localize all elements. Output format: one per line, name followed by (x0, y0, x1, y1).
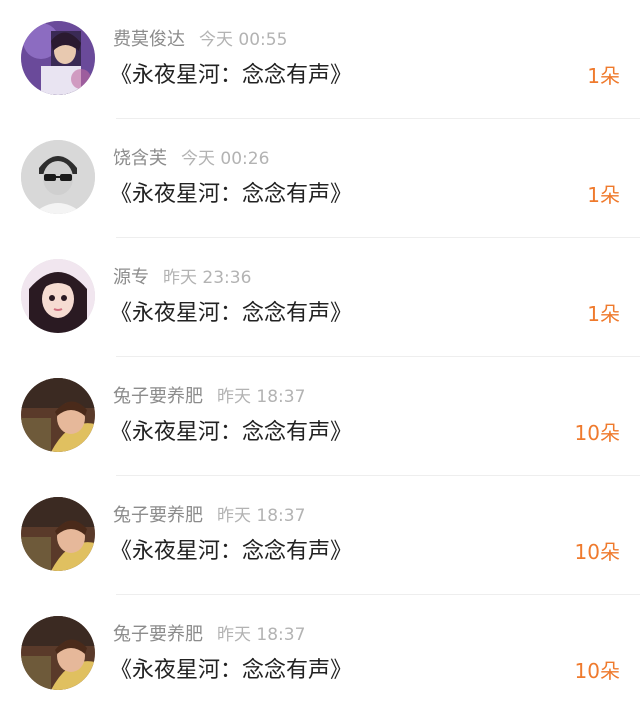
purple-photo-avatar-icon[interactable] (21, 21, 95, 95)
list-item[interactable]: 兔子要养肥 昨天 18:37 《永夜星河：念念有声》 10朵 (0, 476, 640, 595)
list-item[interactable]: 费莫俊达 今天 00:55 《永夜星河：念念有声》 1朵 (0, 0, 640, 119)
user-name[interactable]: 饶含芙 (113, 148, 167, 169)
list-item[interactable]: 兔子要养肥 昨天 18:37 《永夜星河：念念有声》 10朵 (0, 595, 640, 714)
gift-count: 10朵 (574, 421, 620, 445)
gift-count: 10朵 (574, 659, 620, 683)
timestamp: 昨天 23:36 (163, 268, 252, 288)
list-item[interactable]: 饶含芙 今天 00:26 《永夜星河：念念有声》 1朵 (0, 119, 640, 238)
timestamp: 今天 00:26 (181, 149, 270, 169)
work-title[interactable]: 《永夜星河：念念有声》 (110, 298, 352, 330)
work-title[interactable]: 《永夜星河：念念有声》 (110, 655, 352, 687)
user-name[interactable]: 兔子要养肥 (113, 505, 203, 526)
user-name[interactable]: 源专 (113, 267, 149, 288)
timestamp: 昨天 18:37 (217, 506, 306, 526)
meta-line: 兔子要养肥 昨天 18:37 (113, 502, 305, 530)
gift-count: 1朵 (587, 183, 620, 207)
list-item[interactable]: 兔子要养肥 昨天 18:37 《永夜星河：念念有声》 10朵 (0, 357, 640, 476)
boy-avatar-icon[interactable] (21, 497, 95, 571)
grayscale-man-avatar-icon[interactable] (21, 140, 95, 214)
timestamp: 昨天 18:37 (217, 387, 306, 407)
user-name[interactable]: 兔子要养肥 (113, 386, 203, 407)
meta-line: 兔子要养肥 昨天 18:37 (113, 621, 305, 649)
boy-avatar-icon[interactable] (21, 616, 95, 690)
meta-line: 饶含芙 今天 00:26 (113, 145, 269, 173)
work-title[interactable]: 《永夜星河：念念有声》 (110, 60, 352, 92)
boy-avatar-icon[interactable] (21, 378, 95, 452)
gift-record-list: 费莫俊达 今天 00:55 《永夜星河：念念有声》 1朵 饶含芙 今天 00:26 … (0, 0, 640, 714)
girl-avatar-icon[interactable] (21, 259, 95, 333)
gift-count: 1朵 (587, 64, 620, 88)
user-name[interactable]: 兔子要养肥 (113, 624, 203, 645)
meta-line: 源专 昨天 23:36 (113, 264, 251, 292)
gift-count: 10朵 (574, 540, 620, 564)
work-title[interactable]: 《永夜星河：念念有声》 (110, 179, 352, 211)
meta-line: 兔子要养肥 昨天 18:37 (113, 383, 305, 411)
work-title[interactable]: 《永夜星河：念念有声》 (110, 536, 352, 568)
work-title[interactable]: 《永夜星河：念念有声》 (110, 417, 352, 449)
timestamp: 昨天 18:37 (217, 625, 306, 645)
meta-line: 费莫俊达 今天 00:55 (113, 26, 287, 54)
list-item[interactable]: 源专 昨天 23:36 《永夜星河：念念有声》 1朵 (0, 238, 640, 357)
user-name[interactable]: 费莫俊达 (113, 29, 185, 50)
timestamp: 今天 00:55 (199, 30, 288, 50)
gift-count: 1朵 (587, 302, 620, 326)
